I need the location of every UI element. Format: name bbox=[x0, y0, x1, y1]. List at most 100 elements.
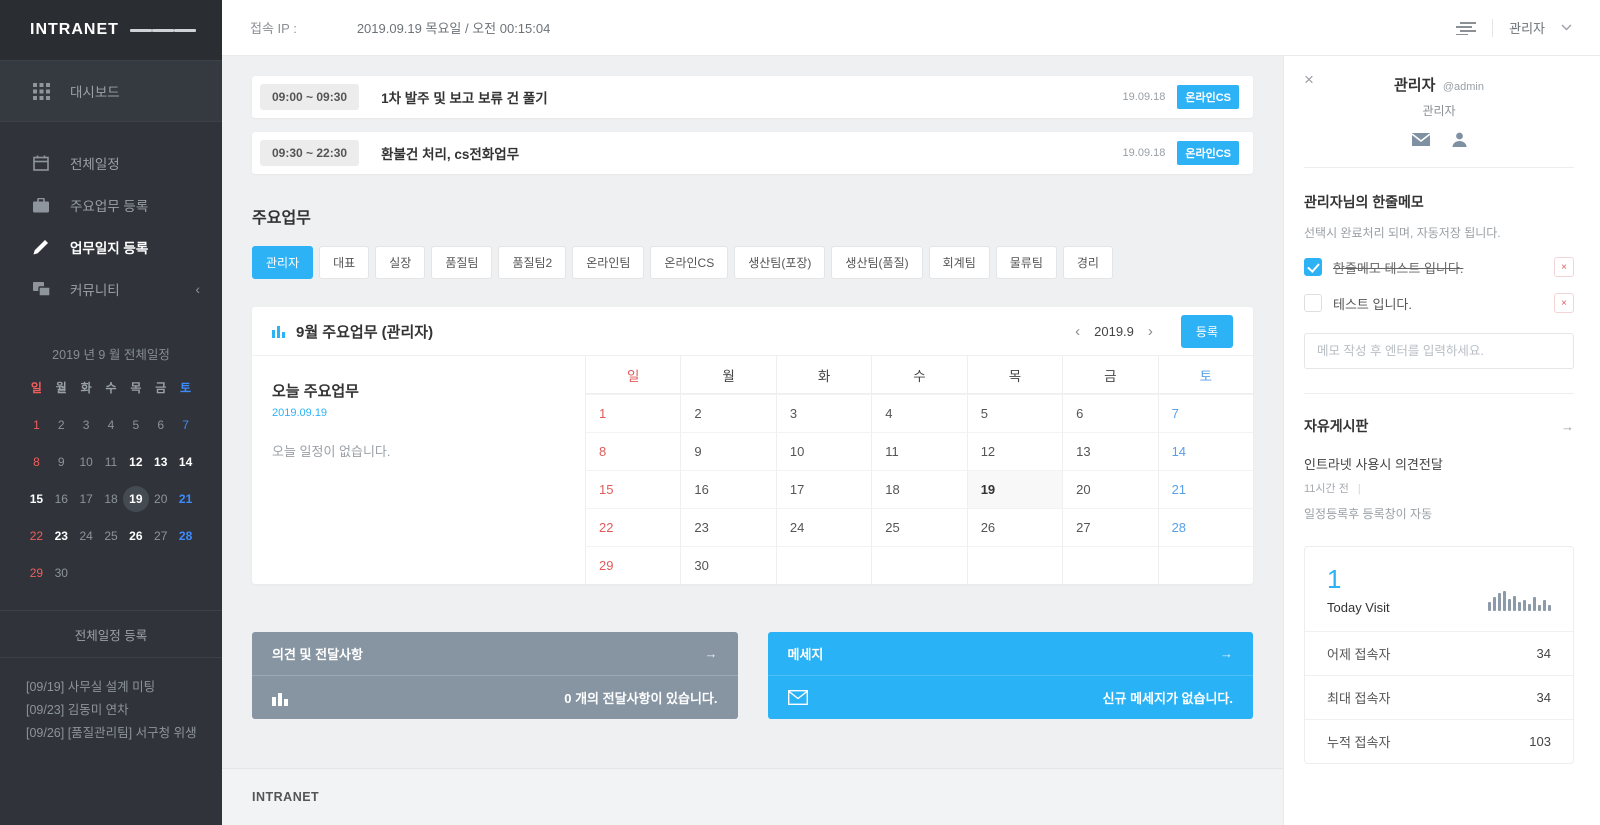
mini-cal-day[interactable]: 22 bbox=[24, 525, 49, 547]
month-cal-day[interactable]: 15 bbox=[585, 470, 680, 508]
tab-관리자[interactable]: 관리자 bbox=[252, 246, 313, 279]
month-cal-day[interactable]: 14 bbox=[1158, 432, 1253, 470]
tab-대표[interactable]: 대표 bbox=[319, 246, 369, 279]
mini-cal-day[interactable]: 3 bbox=[74, 414, 99, 436]
mini-cal-day[interactable]: 2 bbox=[49, 414, 74, 436]
month-cal-day[interactable]: 19 bbox=[967, 470, 1062, 508]
prev-month-button[interactable]: ‹ bbox=[1075, 324, 1080, 339]
mini-cal-day[interactable]: 30 bbox=[49, 562, 74, 584]
month-cal-day[interactable]: 11 bbox=[871, 432, 966, 470]
schedule-item[interactable]: [09/26] [품질관리팀] 서구청 위생... bbox=[26, 722, 196, 745]
tab-경리[interactable]: 경리 bbox=[1063, 246, 1113, 279]
month-cal-day[interactable]: 16 bbox=[680, 470, 775, 508]
sidebar-item-4[interactable]: 커뮤니티‹ bbox=[0, 268, 222, 310]
month-cal-day[interactable]: 23 bbox=[680, 508, 775, 546]
event-row[interactable]: 09:00 ~ 09:301차 발주 및 보고 보류 건 풀기19.09.18온… bbox=[252, 76, 1253, 118]
mini-cal-day[interactable]: 10 bbox=[74, 451, 99, 473]
mini-cal-day[interactable]: 6 bbox=[148, 414, 173, 436]
month-cal-day[interactable]: 2 bbox=[680, 394, 775, 432]
sidebar-item-1[interactable]: 전체일정 bbox=[0, 142, 222, 184]
month-cal-day[interactable]: 6 bbox=[1062, 394, 1157, 432]
board-post-title[interactable]: 인트라넷 사용시 의견전달 bbox=[1304, 454, 1574, 473]
month-cal-day[interactable]: 24 bbox=[776, 508, 871, 546]
chevron-down-icon[interactable] bbox=[1561, 24, 1572, 31]
tab-물류팀[interactable]: 물류팀 bbox=[996, 246, 1057, 279]
month-cal-day[interactable]: 20 bbox=[1062, 470, 1157, 508]
month-cal-day[interactable]: 21 bbox=[1158, 470, 1253, 508]
month-cal-day[interactable]: 22 bbox=[585, 508, 680, 546]
register-button[interactable]: 등록 bbox=[1181, 315, 1233, 348]
month-cal-day[interactable]: 26 bbox=[967, 508, 1062, 546]
list-menu-icon[interactable] bbox=[1456, 21, 1476, 35]
month-cal-day[interactable]: 1 bbox=[585, 394, 680, 432]
mini-cal-day[interactable]: 7 bbox=[173, 414, 198, 436]
month-cal-day[interactable]: 13 bbox=[1062, 432, 1157, 470]
mini-cal-day[interactable]: 14 bbox=[173, 451, 198, 473]
tab-온라인CS[interactable]: 온라인CS bbox=[650, 246, 728, 279]
month-cal-day[interactable]: 18 bbox=[871, 470, 966, 508]
tab-회계팀[interactable]: 회계팀 bbox=[929, 246, 990, 279]
mini-cal-day[interactable]: 20 bbox=[148, 488, 173, 510]
mini-cal-day[interactable]: 13 bbox=[148, 451, 173, 473]
feedback-card-link[interactable]: → bbox=[705, 646, 718, 661]
mini-cal-day[interactable]: 1 bbox=[24, 414, 49, 436]
tab-생산팀(품질)[interactable]: 생산팀(품질) bbox=[831, 246, 922, 279]
memo-checkbox[interactable] bbox=[1304, 258, 1322, 276]
tab-품질팀[interactable]: 품질팀 bbox=[431, 246, 492, 279]
month-cal-day[interactable]: 12 bbox=[967, 432, 1062, 470]
message-card-link[interactable]: → bbox=[1220, 646, 1233, 661]
event-row[interactable]: 09:30 ~ 22:30환불건 처리, cs전화업무19.09.18온라인CS bbox=[252, 132, 1253, 174]
month-cal-day[interactable]: 29 bbox=[585, 546, 680, 584]
month-cal-day[interactable]: 5 bbox=[967, 394, 1062, 432]
mini-cal-day[interactable]: 18 bbox=[99, 488, 124, 510]
mini-cal-day[interactable]: 4 bbox=[99, 414, 124, 436]
close-icon[interactable]: × bbox=[1304, 70, 1314, 90]
mini-cal-day[interactable]: 24 bbox=[74, 525, 99, 547]
mini-cal-day[interactable]: 25 bbox=[99, 525, 124, 547]
tab-온라인팀[interactable]: 온라인팀 bbox=[572, 246, 644, 279]
sidebar-item-0[interactable]: 대시보드 bbox=[0, 60, 222, 122]
mini-cal-day[interactable]: 11 bbox=[99, 451, 124, 473]
month-cal-day[interactable]: 4 bbox=[871, 394, 966, 432]
mini-cal-day[interactable]: 29 bbox=[24, 562, 49, 584]
topbar-user-name[interactable]: 관리자 bbox=[1509, 18, 1545, 37]
tab-실장[interactable]: 실장 bbox=[375, 246, 425, 279]
mini-cal-day[interactable]: 21 bbox=[173, 488, 198, 510]
board-more-link[interactable]: → bbox=[1561, 419, 1574, 434]
next-month-button[interactable]: › bbox=[1148, 324, 1153, 339]
memo-input[interactable] bbox=[1304, 333, 1574, 369]
tab-품질팀2[interactable]: 품질팀2 bbox=[498, 246, 566, 279]
memo-delete-button[interactable]: × bbox=[1554, 293, 1574, 313]
schedule-item[interactable]: [09/23] 김동미 연차 bbox=[26, 699, 196, 722]
schedule-register-link[interactable]: 전체일정 등록 bbox=[0, 610, 222, 658]
mini-cal-day[interactable]: 17 bbox=[74, 488, 99, 510]
mini-cal-day[interactable]: 15 bbox=[24, 488, 49, 510]
month-cal-day[interactable]: 7 bbox=[1158, 394, 1253, 432]
month-cal-day[interactable]: 17 bbox=[776, 470, 871, 508]
month-cal-day[interactable]: 3 bbox=[776, 394, 871, 432]
hamburger-menu-icon[interactable] bbox=[130, 26, 196, 35]
month-cal-day[interactable]: 27 bbox=[1062, 508, 1157, 546]
sidebar-item-2[interactable]: 주요업무 등록 bbox=[0, 184, 222, 226]
mini-cal-day[interactable]: 27 bbox=[148, 525, 173, 547]
mini-cal-day[interactable]: 8 bbox=[24, 451, 49, 473]
month-cal-day[interactable]: 30 bbox=[680, 546, 775, 584]
envelope-icon[interactable] bbox=[1412, 132, 1430, 147]
mini-cal-day[interactable]: 26 bbox=[123, 525, 148, 547]
mini-cal-day[interactable]: 9 bbox=[49, 451, 74, 473]
month-cal-day[interactable]: 10 bbox=[776, 432, 871, 470]
mini-cal-day[interactable]: 19 bbox=[123, 488, 148, 510]
month-cal-day[interactable]: 8 bbox=[585, 432, 680, 470]
mini-cal-day[interactable]: 23 bbox=[49, 525, 74, 547]
schedule-item[interactable]: [09/19] 사무실 설계 미팅 bbox=[26, 676, 196, 699]
month-cal-day[interactable]: 25 bbox=[871, 508, 966, 546]
mini-cal-day[interactable]: 16 bbox=[49, 488, 74, 510]
month-cal-day[interactable]: 9 bbox=[680, 432, 775, 470]
memo-checkbox[interactable] bbox=[1304, 294, 1322, 312]
tab-생산팀(포장)[interactable]: 생산팀(포장) bbox=[734, 246, 825, 279]
mini-cal-day[interactable]: 5 bbox=[123, 414, 148, 436]
sidebar-item-3[interactable]: 업무일지 등록 bbox=[0, 226, 222, 268]
mini-cal-day[interactable]: 12 bbox=[123, 451, 148, 473]
memo-delete-button[interactable]: × bbox=[1554, 257, 1574, 277]
person-icon[interactable] bbox=[1452, 132, 1467, 147]
